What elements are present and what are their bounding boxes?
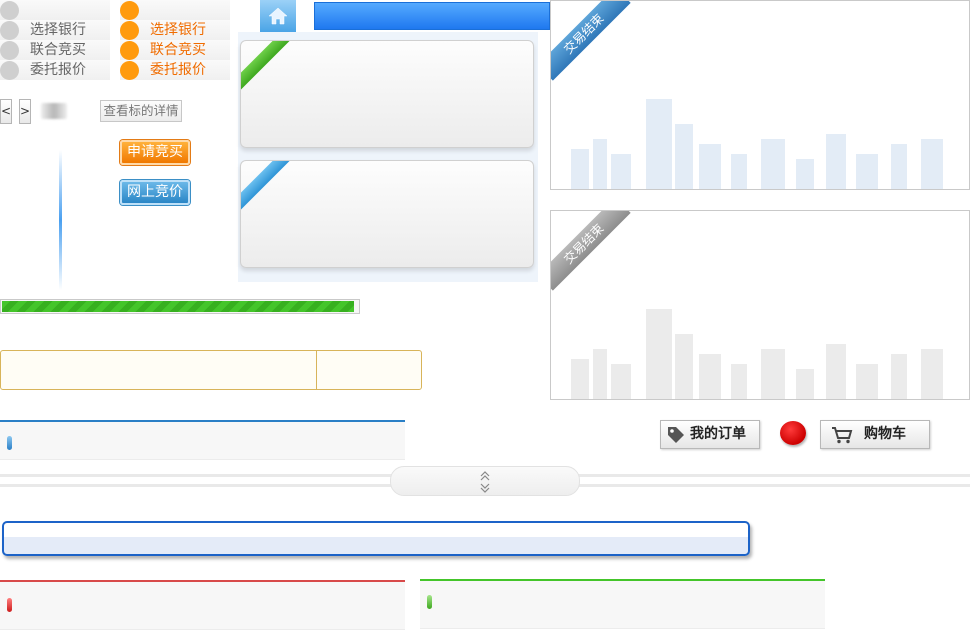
apply-bid-button[interactable]: 申请竞买: [120, 140, 190, 165]
tag-icon: [668, 427, 684, 443]
cart-button[interactable]: 购物车: [820, 420, 930, 449]
bid-input-separator: [316, 351, 317, 389]
orange-step-proxy: 委托报价: [120, 60, 230, 80]
cart-label: 购物车: [864, 426, 906, 442]
trade-ended-ribbon: 交易结束: [551, 1, 631, 81]
orange-step-joint: 联合竞买: [120, 40, 230, 60]
orange-step-empty: [120, 0, 230, 20]
grey-step-label: 选择银行: [30, 22, 86, 38]
view-detail-button[interactable]: 查看标的详情: [100, 100, 182, 122]
orange-step-label: 委托报价: [150, 62, 206, 78]
orange-step-label: 选择银行: [150, 22, 206, 38]
tab-marker-red: [7, 598, 12, 612]
trade-panel-grey[interactable]: 交易结束: [550, 210, 970, 400]
bid-input-box[interactable]: [0, 350, 422, 390]
collapse-splitter[interactable]: [390, 466, 580, 496]
progress-bar: [0, 299, 360, 314]
tab-marker-blue: [7, 436, 12, 450]
online-bid-button[interactable]: 网上竞价: [120, 180, 190, 205]
orange-step-dot-icon: [120, 21, 139, 40]
tab-marker-green: [427, 595, 432, 609]
orange-step-dot-icon: [120, 61, 139, 80]
blue-title-bar: [314, 2, 550, 30]
orange-step-label: 联合竞买: [150, 42, 206, 58]
grey-step-label: 联合竞买: [30, 42, 86, 58]
cart-icon: [832, 427, 853, 444]
grey-step-dot-icon: [0, 41, 19, 60]
grey-step-label: 委托报价: [30, 62, 86, 78]
grey-step-bank: 选择银行: [0, 20, 110, 40]
blurred-thumbnail: [41, 103, 67, 119]
home-button[interactable]: [260, 0, 296, 32]
bar-separator: [308, 0, 312, 32]
orange-step-dot-icon: [120, 41, 139, 60]
trade-panel-blue[interactable]: 交易结束: [550, 0, 970, 190]
progress-fill: [2, 301, 354, 312]
grey-step-dot-icon: [0, 61, 19, 80]
blue-ribbon: [241, 161, 294, 214]
vertical-divider: [59, 150, 62, 290]
grey-step-proxy: 委托报价: [0, 60, 110, 80]
chevron-up-double-icon: [480, 471, 490, 493]
orange-step-bank: 选择银行: [120, 20, 230, 40]
city-skyline-icon: [571, 99, 943, 189]
trade-ended-ribbon: 交易结束: [551, 211, 631, 291]
grey-step-joint: 联合竞买: [0, 40, 110, 60]
tab-bar-green[interactable]: [420, 579, 825, 629]
grey-step-dot-icon: [0, 21, 19, 40]
city-skyline-icon: [571, 309, 943, 399]
notification-dot: [780, 421, 806, 445]
my-orders-button[interactable]: 我的订单: [660, 420, 760, 449]
grey-step-dot-icon: [0, 1, 19, 20]
tab-bar-red[interactable]: [0, 580, 405, 630]
my-orders-label: 我的订单: [690, 426, 746, 442]
green-ribbon: [241, 41, 294, 94]
prev-button[interactable]: <: [0, 99, 12, 124]
tab-bar-blue[interactable]: [0, 420, 405, 460]
orange-step-dot-icon: [120, 1, 139, 20]
grey-step-empty: [0, 0, 110, 20]
home-icon: [268, 7, 288, 25]
next-button[interactable]: >: [19, 99, 31, 124]
card-green[interactable]: [240, 40, 534, 148]
card-blue[interactable]: [240, 160, 534, 268]
blue-framed-panel: [2, 521, 750, 556]
